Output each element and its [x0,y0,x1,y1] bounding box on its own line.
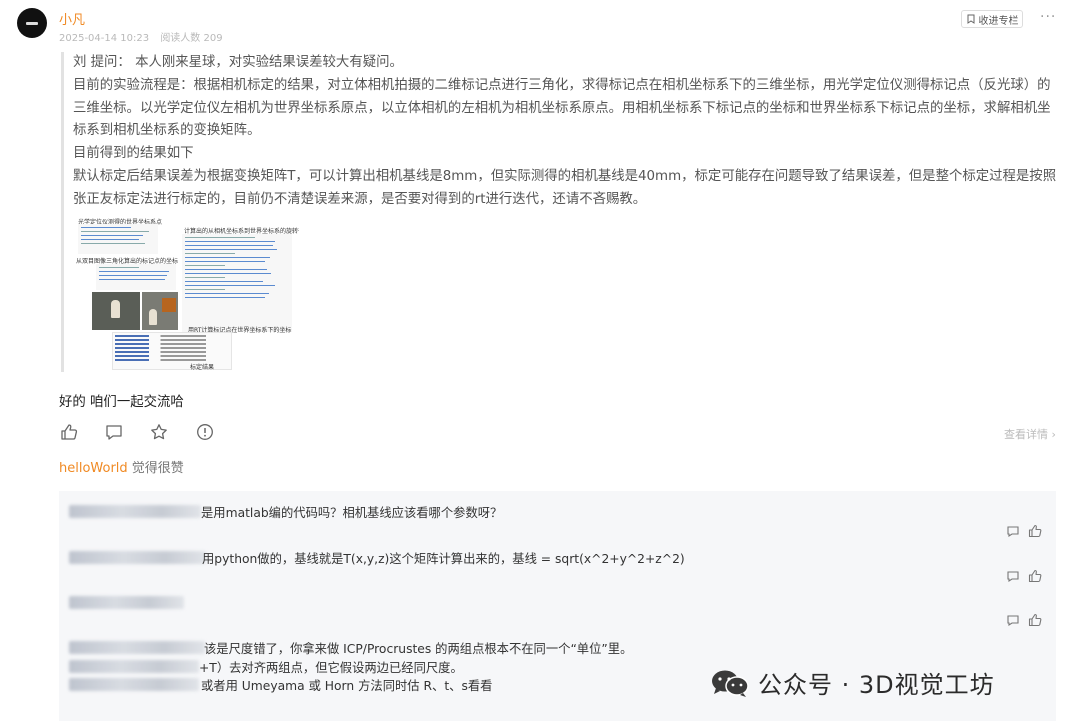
thumbs-up-icon [61,424,78,440]
thumbs-up-icon[interactable] [1028,568,1042,583]
right-camera-photo [142,292,178,330]
comment-actions [1006,523,1046,538]
quoted-question: 刘 提问： 本人刚来星球，对实验结果误差较大有疑问。 目前的实验流程是：根据相机… [61,52,1061,372]
wechat-icon [712,670,749,697]
post-meta: 2025-04-14 10:23 阅读人数 209 [59,29,231,44]
code-block [182,234,292,332]
comment-text-line1: 该是尺度错了，你拿来做 ICP/Procrustes 的两组点根本不在同一个“单… [204,642,633,656]
watermark: 公众号 · 3D视觉工坊 [710,665,995,700]
comment-item [59,593,1056,633]
thumbs-up-icon[interactable] [1028,523,1042,538]
redacted-username [69,551,206,564]
redacted-text [69,660,199,673]
thumbs-up-icon[interactable] [1028,612,1042,627]
report-icon [197,424,213,440]
question-process: 目前的实验流程是：根据相机标定的结果，对立体相机拍摄的二维标记点进行三角化，求得… [73,77,1051,139]
comment-icon [106,425,122,440]
read-count: 阅读人数 209 [160,33,223,44]
comment-text-line2: +T）去对齐两组点，但它假设两边已经同尺度。 [199,661,463,675]
star-icon [151,424,167,440]
watermark-text: 公众号 · 3D视觉工坊 [758,671,995,699]
bookmark-icon [967,14,974,24]
view-details-link[interactable]: 查看详情 › [1004,426,1056,442]
redacted-username [69,505,201,518]
comment-item: 是用matlab编的代码吗？相机基线应该看哪个参数呀？ [59,501,1056,541]
redacted-text [69,678,199,691]
thumb-label: 标定结果 [190,364,215,371]
likes-suffix: 觉得很赞 [127,461,184,476]
comment-item: 用python做的，基线就是T(x,y,z)这个矩阵计算出来的，基线 = sqr… [59,547,1056,587]
likers-name[interactable]: helloWorld [59,461,128,476]
favorite-button[interactable] [150,423,168,441]
question-result-heading: 目前得到的结果如下 [73,146,194,162]
redacted-username [69,641,205,654]
comment-text: 用python做的，基线就是T(x,y,z)这个矩阵计算出来的，基线 = sqr… [202,552,685,566]
comment-text-line3: 或者用 Umeyama 或 Horn 方法同时估 R、t、s看看 [201,679,493,693]
code-block [96,264,176,290]
collect-label: 收进专栏 [978,15,1019,27]
avatar[interactable] [17,8,47,38]
result-screenshot[interactable]: 光学定位仪测得的世界坐标系点 计算出的从相机坐标系到世界坐标系的旋转平移矩阵 从… [74,216,299,371]
comment-actions [1006,568,1046,583]
question-detail: 默认标定后结果误差为根据变换矩阵T，可以计算出相机基线是8mm，但实际测得的相机… [73,168,1057,207]
reply-icon[interactable] [1006,568,1020,583]
comment-button[interactable] [105,423,123,441]
report-button[interactable] [196,423,214,441]
collect-button[interactable]: 收进专栏 [961,10,1023,28]
redacted-username [69,596,184,609]
more-icon[interactable]: ··· [1040,10,1056,26]
reply-text: 好的 咱们一起交流哈 [59,395,184,410]
reply-icon[interactable] [1006,523,1020,538]
avatar-logo [26,21,38,25]
comment-actions [1006,612,1046,627]
like-button[interactable] [60,423,78,441]
likes-summary: helloWorld 觉得很赞 [59,457,184,476]
question-intro: 刘 提问： 本人刚来星球，对实验结果误差较大有疑问。 [73,55,403,70]
left-camera-photo [92,292,140,330]
code-block [78,224,158,254]
post-date: 2025-04-14 10:23 [59,33,150,44]
author-name[interactable]: 小凡 [59,9,85,28]
reply-icon[interactable] [1006,612,1020,627]
comment-text: 是用matlab编的代码吗？相机基线应该看哪个参数呀？ [201,506,503,520]
